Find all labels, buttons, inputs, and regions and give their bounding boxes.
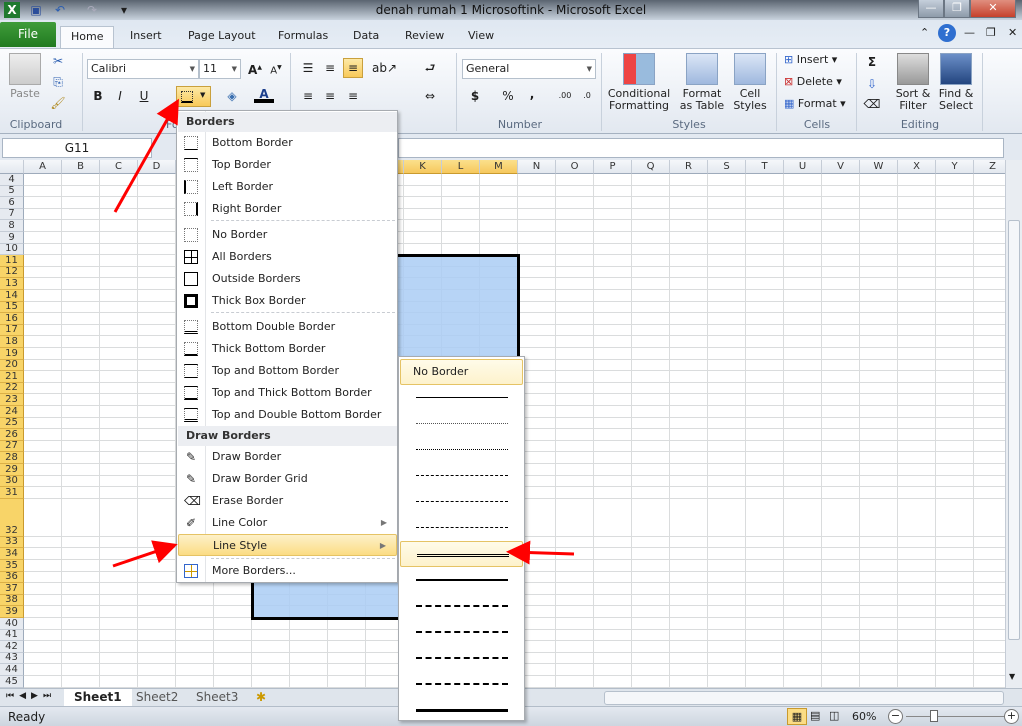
arrow-to-borders-button (113, 98, 179, 213)
arrow-to-line-style (112, 540, 178, 568)
arrow-to-double-line (506, 540, 575, 565)
annotation-arrows (112, 98, 575, 568)
